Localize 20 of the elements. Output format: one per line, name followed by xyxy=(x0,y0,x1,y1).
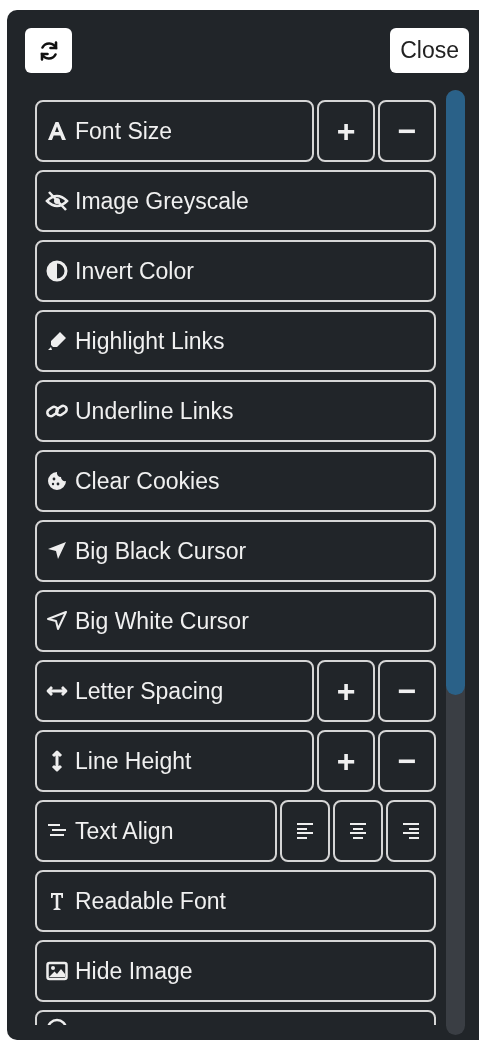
option-button[interactable]: Clear Cookies xyxy=(35,450,436,512)
option-button[interactable]: Hide Image xyxy=(35,940,436,1002)
increase-button[interactable]: + xyxy=(317,660,375,722)
decrease-button[interactable]: − xyxy=(378,730,436,792)
decrease-button[interactable]: − xyxy=(378,660,436,722)
option-button[interactable]: Font Size xyxy=(35,100,314,162)
option-button[interactable]: Big Black Cursor xyxy=(35,520,436,582)
option-button[interactable]: Highlight Links xyxy=(35,310,436,372)
option-button[interactable]: Text Align xyxy=(35,800,277,862)
option-button[interactable]: Underline Links xyxy=(35,380,436,442)
option-button[interactable]: Big White Cursor xyxy=(35,590,436,652)
option-button[interactable]: Line Height xyxy=(35,730,314,792)
close-button[interactable]: Close xyxy=(390,28,469,73)
option-button[interactable]: Invert Color xyxy=(35,240,436,302)
option-button[interactable]: Letter Spacing xyxy=(35,660,314,722)
option-button[interactable]: Readable Font xyxy=(35,870,436,932)
increase-button[interactable]: + xyxy=(317,100,375,162)
increase-button[interactable]: + xyxy=(317,730,375,792)
decrease-button[interactable]: − xyxy=(378,100,436,162)
option-button[interactable]: Image Greyscale xyxy=(35,170,436,232)
